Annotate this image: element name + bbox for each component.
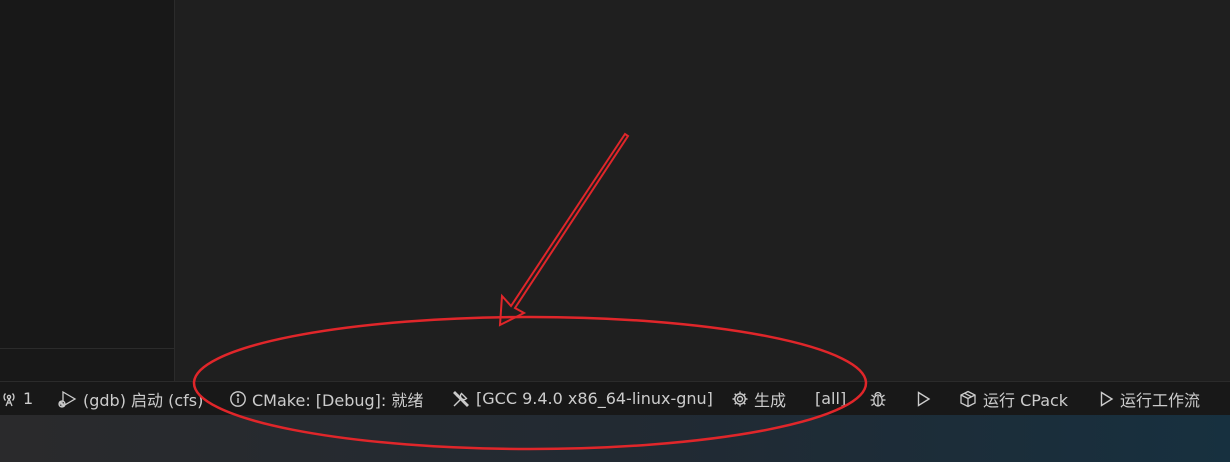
cmake-build-target-button[interactable]: [all] bbox=[815, 382, 846, 415]
cmake-kit-label: [GCC 9.4.0 x86_64-linux-gnu] bbox=[476, 389, 713, 408]
debug-launch-label: (gdb) 启动 (cfs) bbox=[83, 390, 204, 410]
cmake-debug-button[interactable] bbox=[868, 382, 888, 415]
debug-launch-icon bbox=[56, 389, 78, 409]
cmake-build-button[interactable]: 生成 bbox=[731, 382, 786, 415]
package-icon bbox=[958, 389, 978, 409]
run-workflow-button[interactable]: 运行工作流 bbox=[1097, 382, 1200, 415]
cmake-status-label: CMake: [Debug]: 就绪 bbox=[252, 390, 424, 410]
play-icon bbox=[1097, 390, 1115, 408]
os-taskbar bbox=[0, 415, 1230, 462]
editor-area[interactable] bbox=[175, 0, 1230, 381]
run-cpack-label: 运行 CPack bbox=[983, 390, 1069, 410]
debug-launch-config-button[interactable]: (gdb) 启动 (cfs) bbox=[56, 382, 203, 415]
cmake-status-item[interactable]: CMake: [Debug]: 就绪 bbox=[229, 382, 423, 415]
gear-icon bbox=[731, 390, 749, 408]
ports-status-item[interactable]: 1 bbox=[0, 382, 33, 415]
cmake-kit-button[interactable]: [GCC 9.4.0 x86_64-linux-gnu] bbox=[451, 382, 713, 415]
run-workflow-label: 运行工作流 bbox=[1120, 390, 1201, 410]
tools-icon bbox=[451, 389, 471, 409]
broadcast-icon bbox=[0, 390, 18, 408]
info-icon bbox=[229, 390, 247, 408]
sidebar-panel bbox=[0, 0, 175, 381]
bug-icon bbox=[868, 389, 888, 409]
play-icon bbox=[914, 390, 932, 408]
sidebar-divider bbox=[0, 348, 174, 349]
run-cpack-button[interactable]: 运行 CPack bbox=[958, 382, 1068, 415]
vscode-window: 1 (gdb) 启动 (cfs) CMake: [Debug]: 就绪 [GCC… bbox=[0, 0, 1230, 462]
status-bar: 1 (gdb) 启动 (cfs) CMake: [Debug]: 就绪 [GCC… bbox=[0, 381, 1230, 415]
cmake-run-button[interactable] bbox=[914, 382, 932, 415]
cmake-build-label: 生成 bbox=[754, 390, 787, 410]
ports-count: 1 bbox=[23, 389, 34, 408]
build-target-label: [all] bbox=[815, 389, 847, 408]
